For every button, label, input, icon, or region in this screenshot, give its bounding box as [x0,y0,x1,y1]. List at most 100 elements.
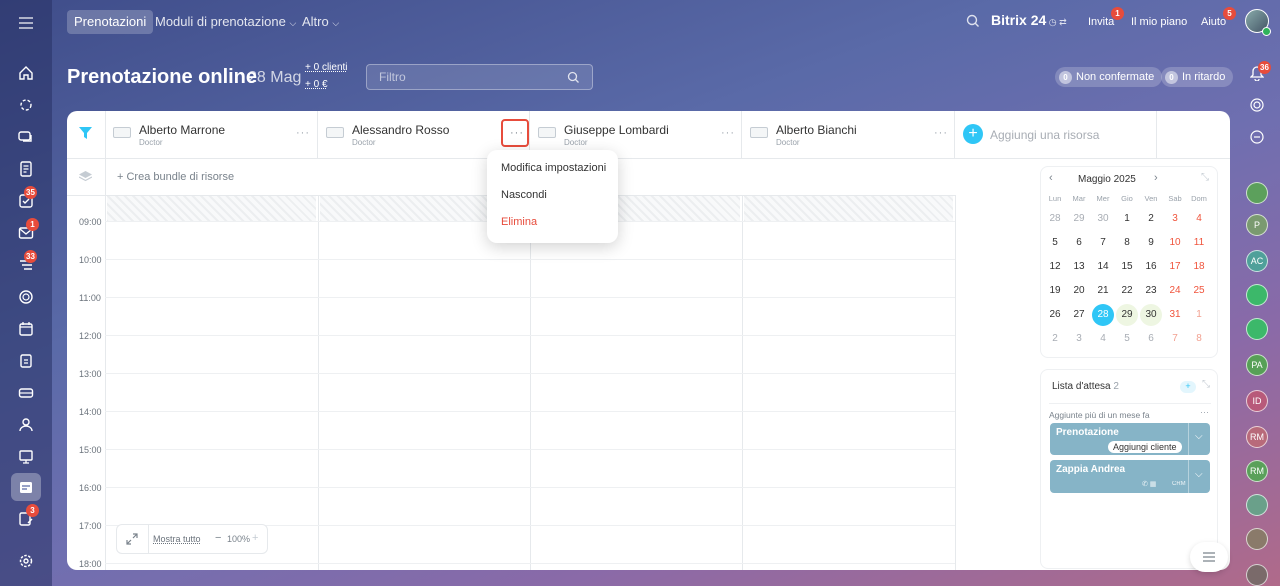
document-icon[interactable] [15,158,37,180]
calendar-day[interactable]: 19 [1044,280,1066,302]
booking-icon[interactable] [15,476,37,498]
calendar-day[interactable]: 29 [1116,304,1138,326]
calendar-day[interactable]: 6 [1140,328,1162,350]
calendar-day[interactable]: 30 [1092,208,1114,230]
contact-bubble-pa[interactable]: PA [1246,354,1268,376]
home-icon[interactable] [15,62,37,84]
calendar-day[interactable]: 13 [1068,256,1090,278]
brand-logo[interactable]: Bitrix 24 ◷ ⇄ [991,12,1067,28]
calendar-day[interactable]: 10 [1164,232,1186,254]
calendar-day[interactable]: 21 [1092,280,1114,302]
calendar-day[interactable]: 4 [1188,208,1210,230]
amount-counter[interactable]: + 0 € [305,79,328,90]
chevron-down-icon[interactable]: ⌵ [1195,469,1203,480]
calendar-day[interactable]: 27 [1068,304,1090,326]
contact-bubble-rm-2[interactable]: RM [1246,460,1268,482]
calendar-day[interactable]: 5 [1116,328,1138,350]
calendar-day[interactable]: 29 [1068,208,1090,230]
tab-more[interactable]: Altro ⌵ [302,10,339,34]
calendar-day[interactable]: 23 [1140,280,1162,302]
calendar-day[interactable]: 11 [1188,232,1210,254]
inventory-icon[interactable] [15,382,37,404]
add-client-button[interactable]: Aggiungi cliente [1108,441,1182,453]
calendar-day[interactable]: 2 [1044,328,1066,350]
calendar-day[interactable]: 3 [1068,328,1090,350]
tab-booking-modules[interactable]: Moduli di prenotazione ⌵ [155,10,296,34]
contact-bubble-rm[interactable]: RM [1246,426,1268,448]
add-waitlist-button[interactable]: + [1180,381,1196,393]
video-call-bubble-2[interactable] [1246,318,1268,340]
contact-bubble-photo[interactable] [1246,528,1268,550]
calendar-day[interactable]: 12 [1044,256,1066,278]
calendar-day[interactable]: 28 [1092,304,1114,326]
employees-icon[interactable] [15,414,37,436]
calendar-day[interactable]: 26 [1044,304,1066,326]
calendar-day[interactable]: 25 [1188,280,1210,302]
calendar-day[interactable]: 17 [1164,256,1186,278]
calendar-day[interactable]: 2 [1140,208,1162,230]
calendar-day[interactable]: 28 [1044,208,1066,230]
chat-icon[interactable] [15,126,37,148]
calendar-day[interactable]: 5 [1044,232,1066,254]
clients-counter[interactable]: + 0 clienti [305,62,348,73]
collapse-icon[interactable]: ⤡ [1201,172,1209,183]
calendar-day[interactable]: 1 [1116,208,1138,230]
late-filter[interactable]: 0 In ritardo [1161,67,1234,87]
search-icon[interactable] [966,14,980,28]
video-call-bubble[interactable] [1246,284,1268,306]
spaces-icon[interactable] [15,94,37,116]
calendar-day[interactable]: 6 [1068,232,1090,254]
hide-menu-item[interactable]: Nascondi [501,189,547,201]
funnel-icon[interactable] [79,127,92,139]
approvals-icon[interactable]: 3 [15,504,39,530]
resource-column-header[interactable]: Alberto Bianchi Doctor ··· [742,111,955,158]
calendar-day[interactable]: 22 [1116,280,1138,302]
calendar-day[interactable]: 18 [1188,256,1210,278]
mail-icon[interactable]: 1 [15,218,39,244]
sites-icon[interactable] [15,286,37,308]
delete-menu-item[interactable]: Elimina [501,216,537,228]
calendar-day[interactable]: 8 [1188,328,1210,350]
create-bundle-link[interactable]: + Crea bundle di risorse [117,171,234,183]
feed-icon[interactable]: 33 [15,250,37,276]
menu-icon[interactable] [15,12,37,34]
calendar-day[interactable]: 4 [1092,328,1114,350]
tasks-icon[interactable]: 35 [15,186,37,212]
calendar-day[interactable]: 24 [1164,280,1186,302]
more-options-icon[interactable]: ··· [510,127,524,139]
calendar-day[interactable]: 30 [1140,304,1162,326]
contact-bubble-photo-2[interactable] [1246,564,1268,586]
chevron-down-icon[interactable]: ⌵ [1195,431,1203,442]
page-date[interactable]: 28 Mag [248,69,301,87]
kiosk-icon[interactable] [15,446,37,468]
contact-bubble-id[interactable]: ID [1246,390,1268,412]
calendar-day[interactable]: 3 [1164,208,1186,230]
waitlist-card[interactable]: Zappia Andrea ✆ ▦ CRM ⌵ [1050,460,1210,493]
calendar-icon[interactable] [15,318,37,340]
filter-input[interactable]: Filtro [366,64,593,90]
calendar-month[interactable]: Maggio 2025 [1078,174,1136,185]
calendar-day[interactable]: 14 [1092,256,1114,278]
expand-icon[interactable] [126,533,138,545]
more-options-icon[interactable]: ··· [1200,407,1209,417]
contact-bubble-1[interactable] [1246,182,1268,204]
calendar-day[interactable]: 9 [1140,232,1162,254]
calendar-day[interactable]: 31 [1164,304,1186,326]
calendar-day[interactable]: 7 [1164,328,1186,350]
tab-bookings[interactable]: Prenotazioni [67,10,154,34]
my-plan-button[interactable]: Il mio piano [1131,12,1187,32]
zoom-out-button[interactable]: − [215,532,221,544]
calendar-day[interactable]: 8 [1116,232,1138,254]
target-icon[interactable] [1250,98,1264,112]
contact-bubble-p[interactable]: P [1246,214,1268,236]
calendar-day[interactable]: 1 [1188,304,1210,326]
add-resource-button[interactable]: + Aggiungi una risorsa [955,111,1157,158]
calendar-day[interactable]: 20 [1068,280,1090,302]
collapse-icon[interactable]: ⤡ [1202,379,1210,390]
unconfirmed-filter[interactable]: 0 Non confermate [1055,67,1163,87]
calendar-day[interactable]: 15 [1116,256,1138,278]
more-options-icon[interactable]: ··· [296,127,310,139]
copilot-icon[interactable] [1250,130,1264,144]
layers-icon[interactable] [79,171,92,182]
more-options-icon[interactable]: ··· [934,127,948,139]
